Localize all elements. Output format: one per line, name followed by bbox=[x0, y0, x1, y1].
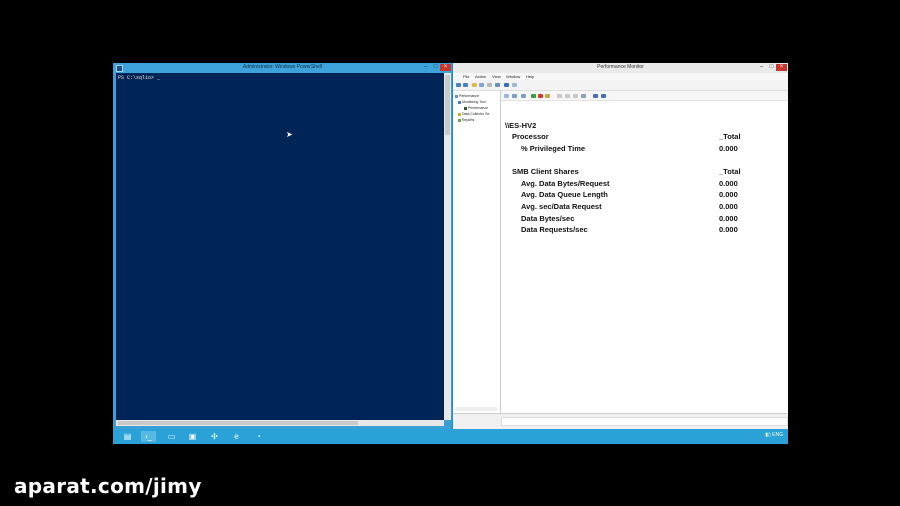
counter-name: Avg. sec/Data Request bbox=[521, 202, 602, 211]
graph-toolbar bbox=[501, 91, 788, 101]
tree-item-label: Performance bbox=[459, 94, 480, 98]
counter-value: 0.000 bbox=[719, 225, 738, 234]
tree-item-label: Data Collector Se bbox=[462, 112, 490, 116]
view-current-activity-icon[interactable] bbox=[504, 94, 509, 98]
performance-icon bbox=[455, 94, 458, 98]
highlight-icon[interactable] bbox=[545, 94, 550, 98]
change-graph-type-icon[interactable] bbox=[512, 94, 517, 98]
file-explorer-icon[interactable]: ▭ bbox=[164, 431, 179, 442]
counter-value: 0.000 bbox=[719, 202, 738, 211]
counter-value: 0.000 bbox=[719, 144, 738, 153]
scroll-thumb[interactable] bbox=[445, 75, 450, 135]
instance-name: _Total bbox=[719, 132, 741, 141]
data-collector-icon bbox=[458, 112, 461, 116]
minimize-button[interactable]: – bbox=[421, 64, 430, 71]
counter-name: Avg. Data Queue Length bbox=[521, 190, 608, 199]
instance-name: _Total bbox=[719, 167, 741, 176]
hyper-v-manager-icon[interactable]: ▣ bbox=[185, 431, 200, 442]
maximize-button[interactable]: □ bbox=[431, 64, 440, 71]
status-bar bbox=[453, 413, 788, 430]
counter-name: Data Bytes/sec bbox=[521, 214, 575, 223]
properties-icon[interactable] bbox=[573, 94, 578, 98]
main-toolbar bbox=[453, 80, 788, 91]
powershell-window[interactable]: Administrator: Windows PowerShell – □ × … bbox=[113, 63, 452, 429]
counter-name: Avg. Data Bytes/Request bbox=[521, 179, 610, 188]
counter-value: 0.000 bbox=[719, 179, 738, 188]
console-prompt: PS C:\sqlio> _ bbox=[118, 75, 161, 81]
counter-value: 0.000 bbox=[719, 214, 738, 223]
object-name: Processor bbox=[512, 132, 549, 141]
scroll-thumb[interactable] bbox=[118, 421, 358, 425]
chart-type-dropdown-icon[interactable] bbox=[521, 94, 526, 98]
monitoring-tools-icon bbox=[458, 100, 461, 104]
counter-value: 0.000 bbox=[719, 190, 738, 199]
powershell-icon[interactable]: ›_ bbox=[141, 431, 156, 442]
menu-view[interactable]: View bbox=[492, 74, 501, 79]
forward-icon[interactable] bbox=[463, 83, 468, 87]
back-icon[interactable] bbox=[456, 83, 461, 87]
freeze-display-icon[interactable] bbox=[593, 94, 598, 98]
console-tree-icon[interactable] bbox=[479, 83, 484, 87]
machine-name: \\ES-HV2 bbox=[505, 121, 537, 130]
status-pane bbox=[501, 417, 788, 426]
report-view: \\ES-HV2 Processor _Total % Privileged T… bbox=[501, 91, 788, 413]
watermark: aparat.com/jimy bbox=[14, 474, 202, 498]
menu-bar: File Action View Window Help bbox=[453, 73, 788, 80]
horizontal-scrollbar[interactable] bbox=[455, 407, 497, 411]
object-name: SMB Client Shares bbox=[512, 167, 579, 176]
server-manager-icon[interactable]: ▤ bbox=[120, 431, 135, 442]
mouse-pointer-icon: ➤ bbox=[286, 130, 293, 139]
view-icon[interactable] bbox=[512, 83, 517, 87]
performance-monitor-window[interactable]: Performance Monitor – □ × File Action Vi… bbox=[453, 63, 788, 430]
console-tree: Performance Monitoring Tool Performance … bbox=[453, 91, 501, 413]
folder-icon[interactable] bbox=[472, 83, 477, 87]
zoom-icon[interactable] bbox=[581, 94, 586, 98]
counter-name: Data Requests/sec bbox=[521, 225, 588, 234]
tree-item[interactable]: Monitoring Tool bbox=[458, 100, 486, 104]
menu-help[interactable]: Help bbox=[526, 74, 534, 79]
properties-icon[interactable] bbox=[487, 83, 492, 87]
counter-name: % Privileged Time bbox=[521, 144, 586, 153]
reports-icon bbox=[458, 118, 461, 122]
tree-item[interactable]: Data Collector Se bbox=[458, 112, 489, 116]
powershell-titlebar[interactable]: Administrator: Windows PowerShell – □ × bbox=[113, 63, 452, 73]
monitor-chart-icon bbox=[464, 106, 467, 110]
taskbar: ▤ ›_ ▭ ▣ ✣ e ◔ ▮▯ ENG bbox=[113, 429, 788, 444]
tree-item-label: Performance bbox=[468, 106, 489, 110]
menu-window[interactable]: Window bbox=[506, 74, 520, 79]
network-icon[interactable]: ✣ bbox=[207, 431, 222, 442]
console-area[interactable]: PS C:\sqlio> _ bbox=[116, 73, 444, 420]
tree-item-label: Reports bbox=[462, 118, 475, 122]
menu-file[interactable]: File bbox=[463, 74, 469, 79]
desktop: Administrator: Windows PowerShell – □ × … bbox=[113, 63, 788, 444]
perfmon-titlebar[interactable]: Performance Monitor – □ × bbox=[453, 63, 788, 73]
add-counter-icon[interactable] bbox=[531, 94, 536, 98]
powershell-title: Administrator: Windows PowerShell bbox=[242, 64, 323, 70]
update-data-icon[interactable] bbox=[601, 94, 606, 98]
system-tray[interactable]: ▮▯ ENG bbox=[765, 432, 783, 438]
tree-item-label: Monitoring Tool bbox=[462, 100, 486, 104]
close-button[interactable]: × bbox=[440, 64, 451, 71]
perfmon-title: Performance Monitor bbox=[597, 64, 644, 70]
internet-explorer-icon[interactable]: e bbox=[229, 431, 244, 442]
tree-item[interactable]: Reports bbox=[458, 118, 474, 122]
export-icon[interactable] bbox=[495, 83, 500, 87]
tree-item[interactable]: Performance bbox=[455, 94, 479, 98]
delete-counter-icon[interactable] bbox=[538, 94, 543, 98]
performance-monitor-icon[interactable]: ◔ bbox=[251, 431, 266, 442]
maximize-button[interactable]: □ bbox=[767, 64, 776, 71]
horizontal-scrollbar[interactable] bbox=[116, 420, 444, 426]
menu-action[interactable]: Action bbox=[475, 74, 486, 79]
minimize-button[interactable]: – bbox=[757, 64, 766, 71]
paste-counter-list-icon[interactable] bbox=[565, 94, 570, 98]
vertical-scrollbar[interactable] bbox=[444, 73, 451, 420]
tree-item[interactable]: Performance bbox=[464, 106, 488, 110]
help-icon[interactable] bbox=[504, 83, 509, 87]
close-button[interactable]: × bbox=[776, 64, 787, 71]
copy-properties-icon[interactable] bbox=[557, 94, 562, 98]
